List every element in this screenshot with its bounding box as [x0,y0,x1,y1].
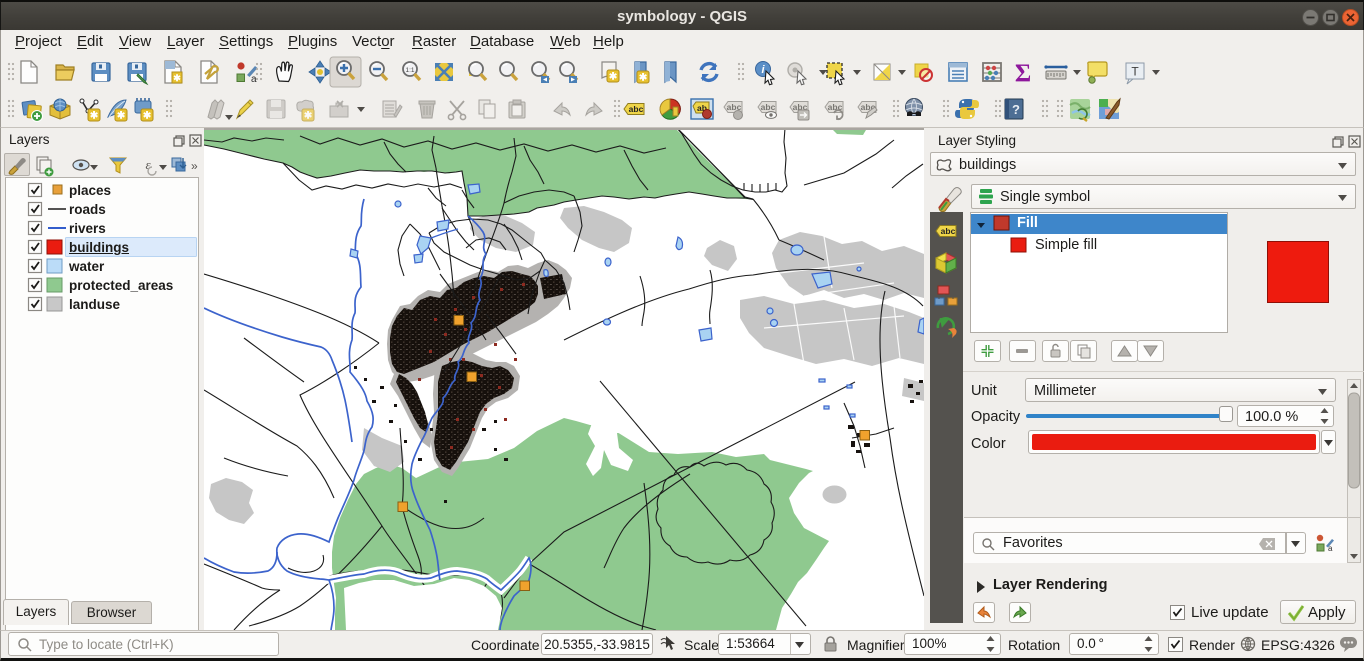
svg-text:abc: abc [941,226,956,236]
svg-text:a: a [1328,544,1333,552]
svg-text:T: T [1131,65,1139,79]
svg-text:✱: ✱ [173,73,181,83]
svg-text:Σ: Σ [1015,60,1031,87]
svg-text:?: ? [1012,102,1020,117]
svg-text:1:1: 1:1 [405,67,414,74]
svg-text:»: » [191,159,198,173]
